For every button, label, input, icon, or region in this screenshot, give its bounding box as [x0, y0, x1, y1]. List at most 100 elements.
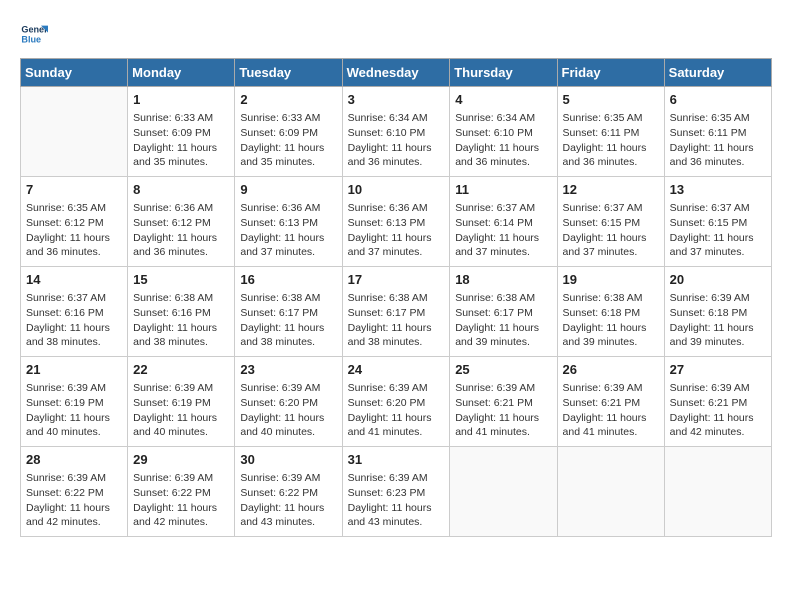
- day-cell: 14 Sunrise: 6:37 AMSunset: 6:16 PMDayligh…: [21, 267, 128, 357]
- weekday-header-thursday: Thursday: [450, 59, 557, 87]
- logo: General Blue: [20, 20, 52, 48]
- day-info: Sunrise: 6:39 AMSunset: 6:20 PMDaylight:…: [240, 381, 336, 440]
- day-number: 14: [26, 271, 122, 289]
- day-number: 3: [348, 91, 445, 109]
- day-number: 2: [240, 91, 336, 109]
- day-cell: 29Sunrise: 6:39 AMSunset: 6:22 PMDayligh…: [128, 447, 235, 537]
- weekday-header-saturday: Saturday: [664, 59, 771, 87]
- day-number: 12: [563, 181, 659, 199]
- day-info: Sunrise: 6:35 AMSunset: 6:11 PMDaylight:…: [670, 111, 766, 170]
- day-info: Sunrise: 6:34 AMSunset: 6:10 PMDaylight:…: [348, 111, 445, 170]
- day-cell: 21 Sunrise: 6:39 AMSunset: 6:19 PMDayligh…: [21, 357, 128, 447]
- day-cell: 10 Sunrise: 6:36 AMSunset: 6:13 PMDayligh…: [342, 177, 450, 267]
- day-info: Sunrise: 6:39 AMSunset: 6:21 PMDaylight:…: [563, 381, 659, 440]
- day-number: 9: [240, 181, 336, 199]
- day-info: Sunrise: 6:39 AMSunset: 6:22 PMDaylight:…: [26, 471, 122, 530]
- day-cell: 11 Sunrise: 6:37 AMSunset: 6:14 PMDayligh…: [450, 177, 557, 267]
- day-cell: 2 Sunrise: 6:33 AMSunset: 6:09 PMDaylight…: [235, 87, 342, 177]
- day-info: Sunrise: 6:39 AMSunset: 6:21 PMDaylight:…: [670, 381, 766, 440]
- day-number: 31: [348, 451, 445, 469]
- day-info: Sunrise: 6:39 AMSunset: 6:22 PMDaylight:…: [133, 471, 229, 530]
- day-cell: 24 Sunrise: 6:39 AMSunset: 6:20 PMDayligh…: [342, 357, 450, 447]
- day-number: 16: [240, 271, 336, 289]
- day-number: 30: [240, 451, 336, 469]
- day-cell: [21, 87, 128, 177]
- day-cell: 15Sunrise: 6:38 AMSunset: 6:16 PMDayligh…: [128, 267, 235, 357]
- day-cell: 19 Sunrise: 6:38 AMSunset: 6:18 PMDayligh…: [557, 267, 664, 357]
- week-row-5: 28 Sunrise: 6:39 AMSunset: 6:22 PMDayligh…: [21, 447, 772, 537]
- day-info: Sunrise: 6:35 AMSunset: 6:11 PMDaylight:…: [563, 111, 659, 170]
- day-number: 4: [455, 91, 551, 109]
- page-header: General Blue: [20, 20, 772, 48]
- week-row-1: 1 Sunrise: 6:33 AMSunset: 6:09 PMDaylight…: [21, 87, 772, 177]
- svg-text:Blue: Blue: [21, 34, 41, 44]
- day-number: 25: [455, 361, 551, 379]
- day-info: Sunrise: 6:39 AMSunset: 6:22 PMDaylight:…: [240, 471, 336, 530]
- day-cell: 27Sunrise: 6:39 AMSunset: 6:21 PMDayligh…: [664, 357, 771, 447]
- day-number: 20: [670, 271, 766, 289]
- day-info: Sunrise: 6:37 AMSunset: 6:16 PMDaylight:…: [26, 291, 122, 350]
- day-cell: 9Sunrise: 6:36 AMSunset: 6:13 PMDaylight…: [235, 177, 342, 267]
- day-number: 8: [133, 181, 229, 199]
- day-cell: 7Sunrise: 6:35 AMSunset: 6:12 PMDaylight…: [21, 177, 128, 267]
- day-cell: 1Sunrise: 6:33 AMSunset: 6:09 PMDaylight…: [128, 87, 235, 177]
- day-info: Sunrise: 6:39 AMSunset: 6:18 PMDaylight:…: [670, 291, 766, 350]
- day-info: Sunrise: 6:39 AMSunset: 6:19 PMDaylight:…: [133, 381, 229, 440]
- day-number: 1: [133, 91, 229, 109]
- day-cell: 20 Sunrise: 6:39 AMSunset: 6:18 PMDayligh…: [664, 267, 771, 357]
- day-number: 13: [670, 181, 766, 199]
- day-number: 18: [455, 271, 551, 289]
- day-cell: [557, 447, 664, 537]
- day-cell: [664, 447, 771, 537]
- day-cell: 23 Sunrise: 6:39 AMSunset: 6:20 PMDayligh…: [235, 357, 342, 447]
- weekday-header-friday: Friday: [557, 59, 664, 87]
- day-number: 11: [455, 181, 551, 199]
- day-cell: 17Sunrise: 6:38 AMSunset: 6:17 PMDayligh…: [342, 267, 450, 357]
- day-cell: 25 Sunrise: 6:39 AMSunset: 6:21 PMDayligh…: [450, 357, 557, 447]
- day-number: 6: [670, 91, 766, 109]
- day-number: 10: [348, 181, 445, 199]
- day-info: Sunrise: 6:37 AMSunset: 6:15 PMDaylight:…: [563, 201, 659, 260]
- weekday-header-row: SundayMondayTuesdayWednesdayThursdayFrid…: [21, 59, 772, 87]
- logo-icon: General Blue: [20, 20, 48, 48]
- day-info: Sunrise: 6:39 AMSunset: 6:21 PMDaylight:…: [455, 381, 551, 440]
- day-cell: 4Sunrise: 6:34 AMSunset: 6:10 PMDaylight…: [450, 87, 557, 177]
- day-info: Sunrise: 6:37 AMSunset: 6:15 PMDaylight:…: [670, 201, 766, 260]
- day-info: Sunrise: 6:38 AMSunset: 6:17 PMDaylight:…: [455, 291, 551, 350]
- weekday-header-tuesday: Tuesday: [235, 59, 342, 87]
- day-number: 21: [26, 361, 122, 379]
- day-cell: [450, 447, 557, 537]
- weekday-header-monday: Monday: [128, 59, 235, 87]
- day-cell: 6 Sunrise: 6:35 AMSunset: 6:11 PMDaylight…: [664, 87, 771, 177]
- week-row-4: 21 Sunrise: 6:39 AMSunset: 6:19 PMDayligh…: [21, 357, 772, 447]
- weekday-header-sunday: Sunday: [21, 59, 128, 87]
- day-info: Sunrise: 6:39 AMSunset: 6:19 PMDaylight:…: [26, 381, 122, 440]
- day-number: 26: [563, 361, 659, 379]
- day-cell: 3 Sunrise: 6:34 AMSunset: 6:10 PMDaylight…: [342, 87, 450, 177]
- day-cell: 13 Sunrise: 6:37 AMSunset: 6:15 PMDayligh…: [664, 177, 771, 267]
- calendar-table: SundayMondayTuesdayWednesdayThursdayFrid…: [20, 58, 772, 537]
- day-number: 7: [26, 181, 122, 199]
- day-info: Sunrise: 6:36 AMSunset: 6:12 PMDaylight:…: [133, 201, 229, 260]
- day-info: Sunrise: 6:39 AMSunset: 6:23 PMDaylight:…: [348, 471, 445, 530]
- day-cell: 28 Sunrise: 6:39 AMSunset: 6:22 PMDayligh…: [21, 447, 128, 537]
- weekday-header-wednesday: Wednesday: [342, 59, 450, 87]
- day-info: Sunrise: 6:39 AMSunset: 6:20 PMDaylight:…: [348, 381, 445, 440]
- day-info: Sunrise: 6:38 AMSunset: 6:17 PMDaylight:…: [240, 291, 336, 350]
- day-number: 28: [26, 451, 122, 469]
- week-row-3: 14 Sunrise: 6:37 AMSunset: 6:16 PMDayligh…: [21, 267, 772, 357]
- day-cell: 5Sunrise: 6:35 AMSunset: 6:11 PMDaylight…: [557, 87, 664, 177]
- day-number: 17: [348, 271, 445, 289]
- day-info: Sunrise: 6:37 AMSunset: 6:14 PMDaylight:…: [455, 201, 551, 260]
- day-cell: 8 Sunrise: 6:36 AMSunset: 6:12 PMDaylight…: [128, 177, 235, 267]
- day-number: 24: [348, 361, 445, 379]
- day-info: Sunrise: 6:36 AMSunset: 6:13 PMDaylight:…: [348, 201, 445, 260]
- day-number: 19: [563, 271, 659, 289]
- day-number: 23: [240, 361, 336, 379]
- day-cell: 31 Sunrise: 6:39 AMSunset: 6:23 PMDayligh…: [342, 447, 450, 537]
- day-info: Sunrise: 6:33 AMSunset: 6:09 PMDaylight:…: [240, 111, 336, 170]
- day-info: Sunrise: 6:38 AMSunset: 6:18 PMDaylight:…: [563, 291, 659, 350]
- day-cell: 12 Sunrise: 6:37 AMSunset: 6:15 PMDayligh…: [557, 177, 664, 267]
- day-cell: 30 Sunrise: 6:39 AMSunset: 6:22 PMDayligh…: [235, 447, 342, 537]
- day-cell: 22Sunrise: 6:39 AMSunset: 6:19 PMDayligh…: [128, 357, 235, 447]
